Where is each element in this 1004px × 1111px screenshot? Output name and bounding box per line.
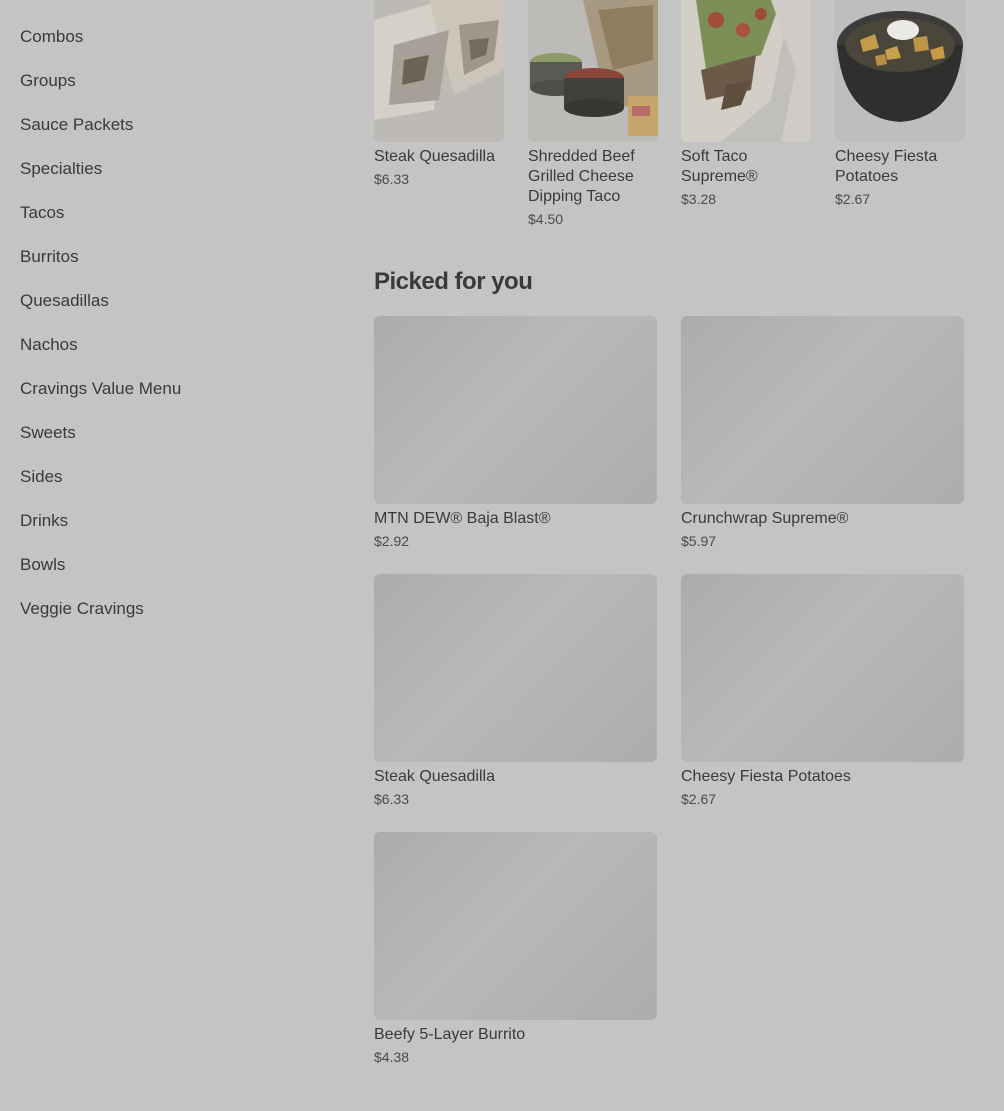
sidebar-item-tacos[interactable]: Tacos <box>20 202 320 246</box>
product-card[interactable]: Beefy 5-Layer Burrito $4.38 <box>374 832 657 1065</box>
sidebar-item-sides[interactable]: Sides <box>20 466 320 510</box>
sidebar-item-sweets[interactable]: Sweets <box>20 422 320 466</box>
product-card[interactable]: Cheesy Fiesta Potatoes $2.67 <box>835 0 965 207</box>
product-price: $6.33 <box>374 791 410 807</box>
sidebar-item-nachos[interactable]: Nachos <box>20 334 320 378</box>
product-image <box>528 0 658 142</box>
product-image <box>835 0 965 142</box>
sidebar-item-burritos[interactable]: Burritos <box>20 246 320 290</box>
sidebar-item-drinks[interactable]: Drinks <box>20 510 320 554</box>
sidebar-item-specialties[interactable]: Specialties <box>20 158 320 202</box>
product-name: Crunchwrap Supreme® <box>681 510 849 527</box>
product-card[interactable]: Steak Quesadilla $6.33 <box>374 0 504 187</box>
featured-items-row: Steak Quesadilla $6.33 Shredded Beef Gri… <box>374 0 974 240</box>
product-price: $5.97 <box>681 533 717 549</box>
product-image <box>374 0 504 142</box>
product-name: Beefy 5-Layer Burrito <box>374 1026 526 1043</box>
product-card[interactable]: MTN DEW® Baja Blast® $2.92 <box>374 316 657 549</box>
sidebar-item-bowls[interactable]: Bowls <box>20 554 320 598</box>
product-price: $2.67 <box>835 191 871 207</box>
sidebar-item-cravings-value-menu[interactable]: Cravings Value Menu <box>20 378 320 422</box>
product-price: $6.33 <box>374 171 410 187</box>
product-image <box>681 0 811 142</box>
product-card[interactable]: Soft Taco Supreme® $3.28 <box>681 0 811 207</box>
product-image-placeholder <box>681 316 964 504</box>
product-name: Soft Taco Supreme® <box>681 148 758 185</box>
product-name: Cheesy Fiesta Potatoes <box>681 768 851 785</box>
product-name: Steak Quesadilla <box>374 148 495 165</box>
product-name: MTN DEW® Baja Blast® <box>374 510 551 527</box>
product-image-placeholder <box>374 316 657 504</box>
sidebar-item-veggie-cravings[interactable]: Veggie Cravings <box>20 598 320 642</box>
product-image-placeholder <box>374 832 657 1020</box>
menu-main: Steak Quesadilla $6.33 Shredded Beef Gri… <box>374 0 974 1065</box>
sidebar-item-combos[interactable]: Combos <box>20 26 320 70</box>
sidebar-item-quesadillas[interactable]: Quesadillas <box>20 290 320 334</box>
sidebar-item-groups[interactable]: Groups <box>20 70 320 114</box>
product-image-placeholder <box>374 574 657 762</box>
product-image-placeholder <box>681 574 964 762</box>
product-price: $4.38 <box>374 1049 410 1065</box>
product-price: $2.92 <box>374 533 410 549</box>
product-name: Steak Quesadilla <box>374 768 495 785</box>
product-card[interactable]: Shredded Beef Grilled Cheese Dipping Tac… <box>528 0 658 227</box>
product-name: Shredded Beef Grilled Cheese Dipping Tac… <box>528 148 635 205</box>
product-price: $3.28 <box>681 191 717 207</box>
product-price: $4.50 <box>528 211 564 227</box>
product-price: $2.67 <box>681 791 717 807</box>
product-card[interactable]: Cheesy Fiesta Potatoes $2.67 <box>681 574 964 807</box>
category-sidebar: Combos Groups Sauce Packets Specialties … <box>20 26 320 642</box>
product-name: Cheesy Fiesta Potatoes <box>835 148 938 185</box>
product-card[interactable]: Steak Quesadilla $6.33 <box>374 574 657 807</box>
product-card[interactable]: Crunchwrap Supreme® $5.97 <box>681 316 964 549</box>
sidebar-item-sauce-packets[interactable]: Sauce Packets <box>20 114 320 158</box>
section-title-picked-for-you: Picked for you <box>374 268 533 295</box>
